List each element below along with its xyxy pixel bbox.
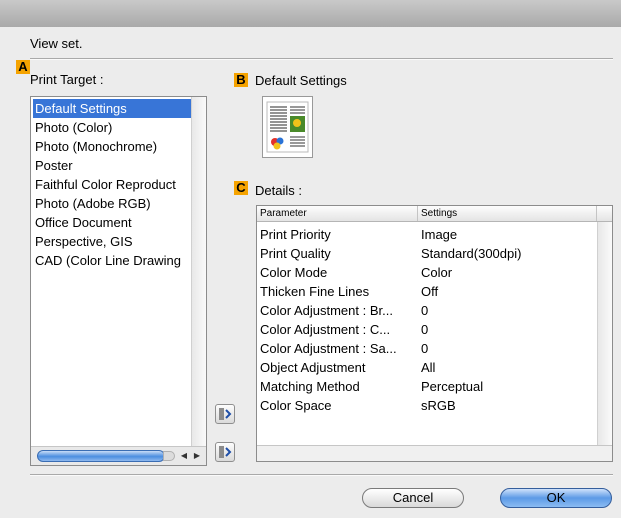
parameter-cell: Color Adjustment : Sa...	[260, 341, 397, 356]
print-target-item[interactable]: Office Document	[33, 213, 194, 232]
print-target-item[interactable]: Faithful Color Reproduct	[33, 175, 194, 194]
column-header-settings[interactable]: Settings	[418, 206, 597, 221]
load-settings-button[interactable]	[215, 442, 235, 462]
print-target-item[interactable]: Perspective, GIS	[33, 232, 194, 251]
print-target-item[interactable]: Poster	[33, 156, 194, 175]
list-horizontal-scroll-thumb[interactable]	[37, 450, 165, 462]
parameter-cell: Print Priority	[260, 227, 331, 242]
save-settings-button[interactable]	[215, 404, 235, 424]
table-row[interactable]: Color Adjustment : Sa... 0	[257, 339, 597, 358]
setting-value-cell: Perceptual	[421, 379, 484, 394]
print-target-item[interactable]: Default Settings	[33, 99, 192, 118]
setting-value-cell: 0	[421, 322, 429, 337]
document-preview-thumbnail	[262, 96, 313, 158]
setting-value-cell: Image	[421, 227, 458, 242]
bottom-separator	[30, 474, 613, 476]
parameter-cell: Color Adjustment : Br...	[260, 303, 393, 318]
list-vertical-scrollbar[interactable]	[191, 97, 206, 446]
top-separator	[30, 58, 613, 60]
table-row[interactable]: Print Quality Standard(300dpi)	[257, 244, 597, 263]
column-header-parameter[interactable]: Parameter	[257, 206, 418, 221]
parameter-cell: Matching Method	[260, 379, 360, 394]
parameter-cell: Thicken Fine Lines	[260, 284, 370, 299]
table-row[interactable]: Color Adjustment : C... 0	[257, 320, 597, 339]
load-from-favorites-icon	[219, 446, 232, 458]
print-target-item[interactable]: Photo (Color)	[33, 118, 194, 137]
section-c-tag: C	[234, 181, 248, 195]
list-horizontal-scrollbar[interactable]: ◀ ▶	[31, 446, 206, 465]
table-horizontal-scrollbar[interactable]	[257, 445, 612, 461]
save-to-favorites-icon	[219, 408, 232, 420]
setting-value-cell: 0	[421, 303, 429, 318]
section-b-tag: B	[234, 73, 248, 87]
table-row[interactable]: Matching Method Perceptual	[257, 377, 597, 396]
setting-value-cell: All	[421, 360, 436, 375]
parameter-cell: Print Quality	[260, 246, 331, 261]
parameter-cell: Object Adjustment	[260, 360, 366, 375]
setting-value-cell: Color	[421, 265, 453, 280]
setting-value-cell: sRGB	[421, 398, 456, 413]
parameter-cell: Color Adjustment : C...	[260, 322, 391, 337]
setting-value-cell: Standard(300dpi)	[421, 246, 522, 261]
cancel-button[interactable]: Cancel	[362, 488, 464, 508]
table-row[interactable]: Thicken Fine Lines Off	[257, 282, 597, 301]
print-target-item[interactable]: Photo (Adobe RGB)	[33, 194, 194, 213]
setting-value-cell: Off	[421, 284, 439, 299]
table-row[interactable]: Object Adjustment All	[257, 358, 597, 377]
ok-button[interactable]: OK	[500, 488, 612, 508]
print-target-item[interactable]: Photo (Monochrome)	[33, 137, 194, 156]
section-a-tag: A	[16, 60, 30, 74]
table-row[interactable]: Print Priority Image	[257, 225, 597, 244]
details-table-header: Parameter Settings	[257, 206, 612, 222]
setting-value-cell: 0	[421, 341, 429, 356]
dialog-heading: View set.	[30, 36, 83, 51]
scroll-left-arrow-icon[interactable]: ◀	[177, 449, 191, 463]
print-target-item[interactable]: CAD (Color Line Drawing	[33, 251, 194, 270]
table-row[interactable]: Color Mode Color	[257, 263, 597, 282]
print-target-label: Print Target :	[30, 72, 104, 87]
document-preview-icon	[266, 101, 309, 153]
details-label: Details :	[255, 183, 302, 198]
print-target-list[interactable]: Default Settings Photo (Color) Photo (Mono…	[30, 96, 207, 466]
details-table[interactable]: Parameter Settings Print Priority Image Pr…	[256, 205, 613, 462]
scroll-right-arrow-icon[interactable]: ▶	[190, 449, 204, 463]
default-settings-title: Default Settings	[255, 73, 347, 88]
table-vertical-scrollbar[interactable]	[597, 222, 612, 445]
parameter-cell: Color Space	[260, 398, 332, 413]
table-row[interactable]: Color Space sRGB	[257, 396, 597, 415]
parameter-cell: Color Mode	[260, 265, 328, 280]
table-row[interactable]: Color Adjustment : Br... 0	[257, 301, 597, 320]
window-titlebar[interactable]	[0, 0, 621, 27]
